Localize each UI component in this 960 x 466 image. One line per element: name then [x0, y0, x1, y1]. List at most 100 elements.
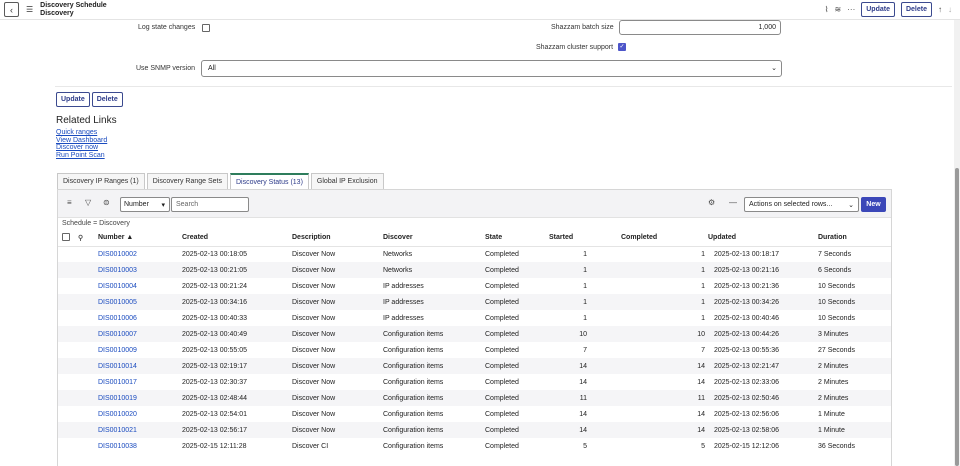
hamburger-icon[interactable]: ≡ — [67, 198, 72, 207]
tab-discovery-range-sets[interactable]: Discovery Range Sets — [146, 173, 228, 189]
hamburger-icon[interactable]: ☰ — [26, 5, 33, 14]
table-cell: IP addresses — [383, 314, 424, 322]
table-row[interactable]: DIS0010005 2025-02-13 00:34:16 Discover No… — [58, 294, 891, 310]
table-row[interactable]: DIS0010006 2025-02-13 00:40:33 Discover No… — [58, 310, 891, 326]
record-link[interactable]: DIS0010005 — [98, 299, 137, 306]
form-delete-button[interactable]: Delete — [91, 92, 123, 107]
related-links: Quick ranges View Dashboard Discover now… — [56, 129, 107, 159]
collapse-icon[interactable]: — — [729, 198, 737, 207]
shazzam-cluster-support-checkbox[interactable]: ✓ — [618, 43, 626, 51]
log-state-changes-checkbox[interactable] — [202, 24, 210, 32]
group-icon[interactable]: ⊜ — [103, 198, 110, 207]
table-cell: Completed — [485, 326, 549, 342]
record-link[interactable]: DIS0010021 — [98, 427, 137, 434]
table-row[interactable]: DIS0010021 2025-02-13 02:56:17 Discover No… — [58, 422, 891, 438]
table-cell: Completed — [485, 282, 519, 290]
table-cell: 2025-02-13 02:30:37 — [182, 378, 247, 386]
table-cell: 2025-02-13 02:21:47 — [708, 358, 818, 374]
record-link[interactable]: DIS0010006 — [98, 315, 137, 322]
record-link[interactable]: DIS0010038 — [98, 443, 137, 450]
header-update-button[interactable]: Update — [861, 2, 895, 17]
page-title: Discovery Schedule Discovery — [40, 2, 107, 17]
table-cell: Networks — [383, 262, 485, 278]
table-row[interactable]: DIS0010009 2025-02-13 00:55:05 Discover No… — [58, 342, 891, 358]
record-link[interactable]: DIS0010014 — [98, 363, 137, 370]
column-header[interactable]: Updated — [708, 230, 818, 247]
table-cell: 1 — [701, 282, 705, 290]
discover-now-link[interactable]: Discover now — [56, 144, 107, 152]
table-cell: 10 Seconds — [818, 314, 855, 322]
select-all-checkbox[interactable] — [62, 232, 70, 241]
column-header[interactable]: Number ▲ — [98, 230, 182, 247]
table-row[interactable]: DIS0010004 2025-02-13 00:21:24 Discover No… — [58, 278, 891, 294]
table-cell: Discover Now — [292, 378, 336, 386]
tab-global-ip-exclusion[interactable]: Global IP Exclusion — [310, 173, 384, 189]
column-header[interactable]: Description — [292, 230, 383, 247]
table-cell: Completed — [485, 250, 519, 258]
arrow-down-icon[interactable]: ↓ — [948, 5, 952, 14]
tab-discovery-status[interactable]: Discovery Status (13) — [230, 173, 309, 189]
column-header[interactable]: Duration — [818, 230, 891, 247]
record-link[interactable]: DIS0010019 — [98, 395, 137, 402]
record-link[interactable]: DIS0010009 — [98, 347, 137, 354]
table-cell: Networks — [383, 250, 413, 258]
record-link[interactable]: DIS0010002 — [98, 251, 137, 258]
tab-discovery-ip-ranges[interactable]: Discovery IP Ranges (1) — [57, 173, 145, 189]
search-icon[interactable]: ⚲ — [78, 235, 83, 242]
table-row[interactable]: DIS0010003 2025-02-13 00:21:05 Discover No… — [58, 262, 891, 278]
table-cell: 1 — [583, 314, 587, 322]
use-snmp-version-select[interactable]: All ⌄ — [201, 60, 782, 77]
back-button[interactable]: ‹ — [4, 2, 19, 17]
view-dashboard-link[interactable]: View Dashboard — [56, 137, 107, 145]
more-icon[interactable]: ··· — [847, 5, 855, 14]
new-button[interactable]: New — [861, 197, 886, 212]
table-row[interactable]: DIS0010017 2025-02-13 02:30:37 Discover No… — [58, 374, 891, 390]
record-link[interactable]: DIS0010017 — [98, 379, 137, 386]
scrollbar-thumb[interactable] — [955, 168, 959, 466]
paperclip-icon[interactable]: ⌇ — [825, 5, 829, 14]
table-row[interactable]: DIS0010038 2025-02-15 12:11:28 Discover CI… — [58, 438, 891, 454]
table-cell: Discover Now — [292, 346, 336, 354]
header-delete-button[interactable]: Delete — [900, 2, 932, 17]
record-link[interactable]: DIS0010003 — [98, 267, 137, 274]
table-cell: Completed — [485, 346, 519, 354]
record-link[interactable]: DIS0010020 — [98, 411, 137, 418]
filter-icon[interactable]: ▽ — [85, 198, 91, 207]
table-cell: 2025-02-13 02:33:06 — [714, 378, 779, 386]
shazzam-batch-size-input[interactable]: 1,000 — [619, 20, 781, 35]
table-row[interactable]: DIS0010007 2025-02-13 00:40:49 Discover No… — [58, 326, 891, 342]
gear-icon[interactable]: ⚙ — [708, 198, 715, 207]
column-header[interactable]: Discover — [383, 230, 485, 247]
form-header: ‹ ☰ Discovery Schedule Discovery ⌇ ≋ ···… — [0, 0, 960, 20]
breadcrumb[interactable]: Schedule = Discovery — [62, 220, 130, 227]
record-link[interactable]: DIS0010004 — [98, 283, 137, 290]
table-cell: 27 Seconds — [818, 346, 855, 354]
quick-ranges-link[interactable]: Quick ranges — [56, 129, 107, 137]
search-input[interactable]: Search — [171, 197, 249, 212]
table-cell: 1 Minute — [818, 410, 845, 418]
column-header[interactable]: Started — [549, 230, 621, 247]
table-cell: 2025-02-13 02:54:01 — [182, 410, 247, 418]
form-update-button[interactable]: Update — [56, 92, 90, 107]
table-row[interactable]: DIS0010002 2025-02-13 00:18:05 Discover No… — [58, 246, 891, 262]
actions-select[interactable]: Actions on selected rows... ⌄ — [744, 197, 859, 212]
table-row[interactable]: DIS0010019 2025-02-13 02:48:44 Discover No… — [58, 390, 891, 406]
search-field-select[interactable]: Number ▾ — [120, 197, 170, 212]
table-cell: Discover Now — [292, 262, 383, 278]
record-link[interactable]: DIS0010007 — [98, 331, 137, 338]
arrow-up-icon[interactable]: ↑ — [938, 5, 942, 14]
table-cell: 2025-02-13 02:56:06 — [714, 410, 779, 418]
column-header[interactable]: Completed — [621, 230, 708, 247]
column-header[interactable]: State — [485, 230, 549, 247]
table-cell: Completed — [485, 314, 519, 322]
table-row[interactable]: DIS0010020 2025-02-13 02:54:01 Discover No… — [58, 406, 891, 422]
table-cell: Configuration items — [383, 346, 444, 354]
run-point-scan-link[interactable]: Run Point Scan — [56, 152, 107, 160]
sliders-icon[interactable]: ≋ — [835, 5, 842, 14]
table-cell: 14 — [579, 410, 587, 418]
table-row[interactable]: DIS0010014 2025-02-13 02:19:17 Discover No… — [58, 358, 891, 374]
table-cell: 6 Seconds — [818, 262, 891, 278]
table-cell: 7 — [583, 346, 587, 354]
column-header[interactable]: Created — [182, 230, 292, 247]
table-cell: 2025-02-13 00:18:17 — [714, 250, 779, 258]
